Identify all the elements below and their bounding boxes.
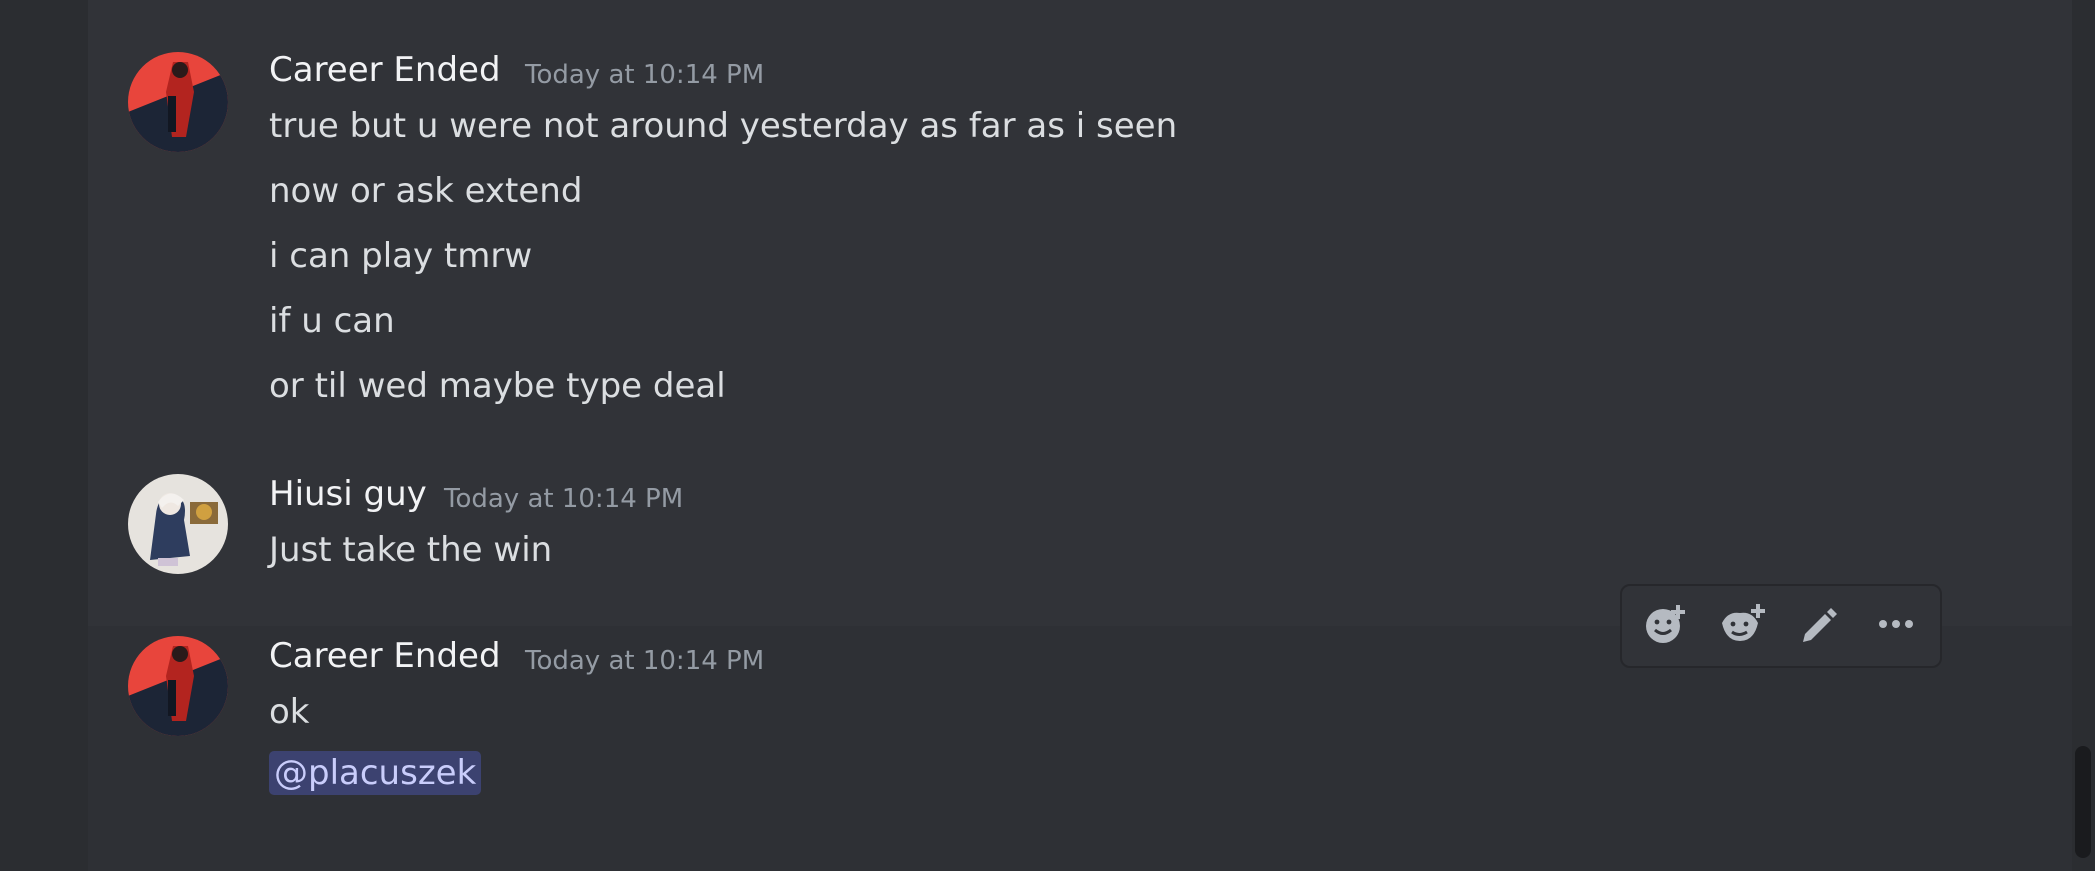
avatar[interactable] <box>128 52 228 152</box>
edit-button[interactable] <box>1787 594 1851 658</box>
message-actions-toolbar <box>1620 584 1942 668</box>
add-super-reaction-button[interactable] <box>1711 594 1775 658</box>
add-super-reaction-icon <box>1718 601 1768 651</box>
message-text: ok <box>269 692 310 732</box>
message-text: true but u were not around yesterday as … <box>269 106 1178 146</box>
avatar[interactable] <box>128 474 228 574</box>
message-timestamp: Today at 10:14 PM <box>525 60 765 90</box>
server-sidebar-edge <box>0 0 88 871</box>
message-author[interactable]: Career Ended <box>269 50 501 90</box>
scrollbar-thumb[interactable] <box>2075 746 2091 858</box>
edit-pencil-icon <box>1797 602 1841 650</box>
add-reaction-button[interactable] <box>1634 594 1698 658</box>
message-text: now or ask extend <box>269 171 583 211</box>
add-reaction-icon <box>1643 601 1689 651</box>
message-text: or til wed maybe type deal <box>269 366 726 406</box>
message-group: Career Ended Today at 10:14 PM true but … <box>88 0 2072 440</box>
message-text: Just take the win <box>269 530 553 570</box>
more-options-button[interactable] <box>1864 594 1928 658</box>
scrollbar-track[interactable] <box>2072 0 2095 871</box>
more-options-icon <box>1874 602 1918 650</box>
message-text: i can play tmrw <box>269 236 533 276</box>
message-author[interactable]: Career Ended <box>269 636 501 676</box>
avatar[interactable] <box>128 636 228 736</box>
message-timestamp: Today at 10:14 PM <box>525 646 765 676</box>
message-author[interactable]: Hiusi guy <box>269 474 427 514</box>
chat-messages-area: Career Ended Today at 10:14 PM true but … <box>88 0 2072 871</box>
message-timestamp: Today at 10:14 PM <box>444 484 684 514</box>
message-text: if u can <box>269 301 395 341</box>
user-mention[interactable]: @placuszek <box>269 751 482 795</box>
